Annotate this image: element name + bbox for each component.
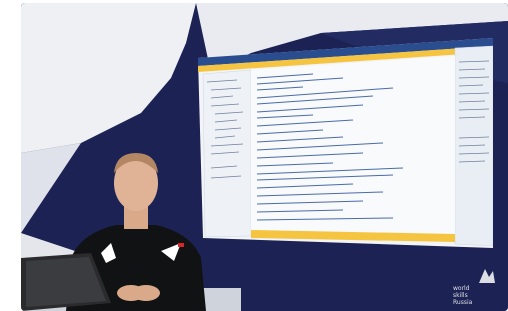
laptop [21,253,111,311]
watermark-line1: world [453,285,470,292]
worldskills-logo-icon [479,269,495,283]
worldskills-logo: world skills Russia [453,265,503,309]
video-frame: world skills Russia [0,0,508,311]
watermark-line3: Russia [453,299,473,306]
ide-screenshot [198,38,493,248]
watermark-line2: skills [453,292,468,299]
video-thumbnail[interactable]: world skills Russia [21,3,508,311]
